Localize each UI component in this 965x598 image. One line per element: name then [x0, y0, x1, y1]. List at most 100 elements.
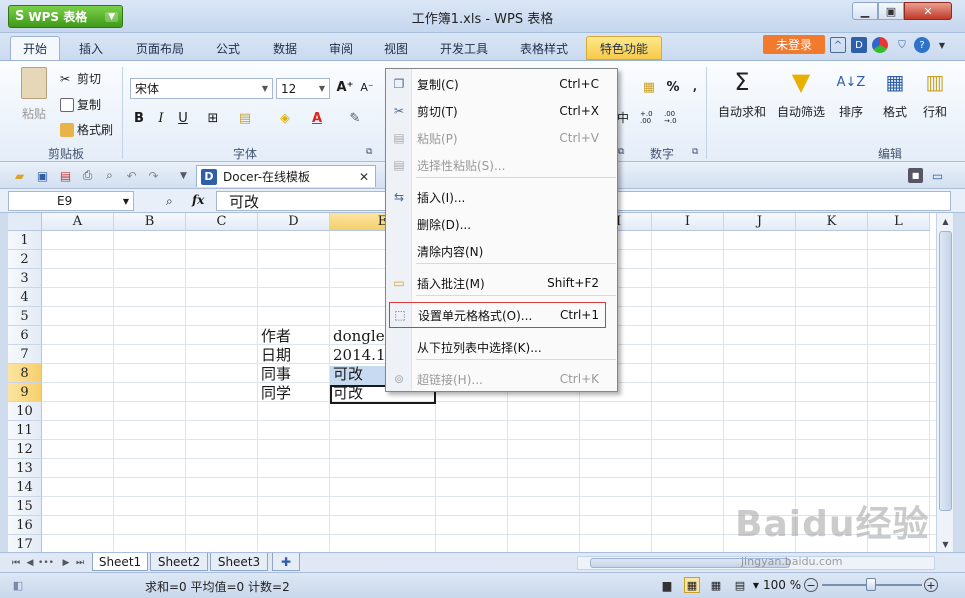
grow-font-button[interactable]: A⁺ — [336, 78, 354, 96]
cut-button[interactable]: ✂ 剪切 — [60, 70, 101, 87]
font-name-select[interactable]: 宋体 ▼ — [130, 78, 273, 99]
sort-button[interactable]: A↓Z 排序 — [834, 67, 868, 120]
row-header-15[interactable]: 15 — [8, 497, 42, 516]
page-layout-view-icon[interactable]: ▤ — [732, 577, 748, 593]
first-sheet-icon[interactable]: ⏮ — [10, 556, 22, 570]
column-header-l[interactable]: L — [868, 213, 930, 231]
column-header-a[interactable]: A — [42, 213, 114, 231]
skin-icon[interactable] — [872, 37, 888, 53]
cell-d8[interactable]: 同事 — [258, 364, 332, 383]
cell-d9[interactable]: 同学 — [258, 383, 332, 402]
chevron-down-icon[interactable]: ▼ — [748, 577, 764, 593]
border-icon[interactable]: ⊞ — [204, 109, 222, 127]
chevron-down-icon[interactable]: ▼ — [934, 37, 950, 53]
zoom-slider-handle[interactable] — [866, 578, 876, 591]
copy-button[interactable]: 复制 — [60, 96, 101, 113]
menu-item-2[interactable]: ▤ 粘贴(P) Ctrl+V — [386, 125, 617, 151]
menu-item-5[interactable]: 删除(D)... — [386, 211, 617, 237]
row-header-12[interactable]: 12 — [8, 440, 42, 459]
scroll-down-icon[interactable]: ▼ — [937, 536, 954, 552]
customize-dropdown-icon[interactable]: ▼ — [176, 168, 191, 183]
close-icon[interactable]: ✕ — [359, 170, 369, 184]
format-painter-button[interactable]: 格式刷 — [60, 121, 113, 138]
row-header-17[interactable]: 17 — [8, 535, 42, 552]
redo-icon[interactable]: ↷ — [146, 168, 161, 183]
sheet-tab-sheet2[interactable]: Sheet2 — [150, 553, 208, 571]
more-sheets-icon[interactable]: ••• — [38, 556, 54, 570]
tab-developer[interactable]: 开发工具 — [430, 36, 498, 60]
row-header-14[interactable]: 14 — [8, 478, 42, 497]
menu-item-3[interactable]: ▤ 选择性粘贴(S)... — [386, 152, 617, 178]
restore-tab-icon[interactable]: ■ — [908, 168, 923, 183]
prev-sheet-icon[interactable]: ◀ — [24, 556, 36, 570]
comma-button[interactable]: ⸴ — [686, 78, 704, 96]
row-header-1[interactable]: 1 — [8, 231, 42, 250]
italic-button[interactable]: I — [152, 109, 170, 127]
save-icon[interactable]: ▣ — [35, 168, 50, 183]
rowcol-button[interactable]: ▥ 行和 — [920, 67, 950, 120]
row-header-16[interactable]: 16 — [8, 516, 42, 535]
close-button[interactable]: ✕ — [904, 2, 952, 20]
scroll-up-icon[interactable]: ▲ — [937, 213, 954, 229]
row-header-10[interactable]: 10 — [8, 402, 42, 421]
tab-insert[interactable]: 插入 — [66, 36, 116, 60]
zoom-in-icon[interactable]: + — [924, 578, 938, 592]
sheet-tab-sheet1[interactable]: Sheet1 — [92, 553, 148, 571]
column-header-c[interactable]: C — [186, 213, 258, 231]
select-all-corner[interactable] — [8, 213, 42, 231]
row-header-3[interactable]: 3 — [8, 269, 42, 288]
cell-d7[interactable]: 日期 — [258, 345, 332, 364]
underline-button[interactable]: U — [174, 109, 192, 127]
row-header-2[interactable]: 2 — [8, 250, 42, 269]
window-mode-icon[interactable]: ▭ — [930, 168, 945, 183]
autosum-button[interactable]: Σ 自动求和 — [714, 67, 770, 120]
column-header-i[interactable]: I — [652, 213, 724, 231]
status-icon[interactable]: ◧ — [10, 577, 26, 593]
row-header-11[interactable]: 11 — [8, 421, 42, 440]
print-preview-icon[interactable]: ⌕ — [102, 168, 117, 183]
tab-review[interactable]: 审阅 — [317, 36, 365, 60]
docer-icon[interactable]: D — [851, 37, 867, 53]
zoom-lens-icon[interactable]: ⌕ — [166, 194, 173, 209]
tab-formulas[interactable]: 公式 — [204, 36, 252, 60]
cell-d6[interactable]: 作者 — [258, 326, 332, 345]
currency-icon[interactable]: ▦ — [640, 78, 658, 96]
shirt-icon[interactable]: ⛉ — [894, 37, 910, 53]
font-color-icon[interactable]: A — [308, 109, 326, 127]
row-header-8[interactable]: 8 — [8, 364, 42, 383]
percent-button[interactable]: % — [664, 78, 682, 96]
row-header-5[interactable]: 5 — [8, 307, 42, 326]
menu-item-9[interactable]: 从下拉列表中选择(K)... — [386, 334, 617, 360]
shrink-font-button[interactable]: A⁻ — [358, 78, 376, 96]
dialog-launcher-icon[interactable]: ⧉ — [618, 147, 624, 157]
merge-icon[interactable]: ▤ — [236, 109, 254, 127]
menu-item-4[interactable]: ⇆ 插入(I)... — [386, 184, 617, 210]
bold-button[interactable]: B — [130, 109, 148, 127]
row-header-9[interactable]: 9 — [8, 383, 42, 402]
login-button[interactable]: 未登录 — [763, 35, 825, 54]
print-icon[interactable]: ⎙ — [80, 168, 95, 183]
column-header-b[interactable]: B — [114, 213, 186, 231]
doc-tab-docer[interactable]: D Docer-在线模板 ✕ — [196, 165, 376, 187]
next-sheet-icon[interactable]: ▶ — [60, 556, 72, 570]
tab-special-features[interactable]: 特色功能 — [586, 36, 662, 60]
add-sheet-icon[interactable]: ✚ — [272, 553, 300, 571]
vertical-scrollbar[interactable]: ▲ ▼ — [936, 213, 953, 552]
menu-item-8[interactable]: ⬚ 设置单元格格式(O)... Ctrl+1 — [389, 302, 606, 328]
clear-format-icon[interactable]: ✎ — [346, 109, 364, 127]
row-header-6[interactable]: 6 — [8, 326, 42, 345]
menu-item-1[interactable]: ✂ 剪切(T) Ctrl+X — [386, 98, 617, 124]
undo-icon[interactable]: ↶ — [124, 168, 139, 183]
help-icon[interactable]: ? — [914, 37, 930, 53]
format-button[interactable]: ▦ 格式 — [876, 67, 914, 120]
font-size-select[interactable]: 12 ▼ — [276, 78, 330, 99]
tab-view[interactable]: 视图 — [372, 36, 420, 60]
tab-table-style[interactable]: 表格样式 — [508, 36, 580, 60]
dialog-launcher-icon[interactable]: ⧉ — [692, 147, 698, 157]
row-header-13[interactable]: 13 — [8, 459, 42, 478]
maximize-button[interactable]: ▣ — [878, 2, 904, 20]
last-sheet-icon[interactable]: ⏭ — [74, 556, 86, 570]
tab-page-layout[interactable]: 页面布局 — [126, 36, 194, 60]
menu-item-6[interactable]: 清除内容(N) — [386, 238, 617, 264]
column-header-k[interactable]: K — [796, 213, 868, 231]
